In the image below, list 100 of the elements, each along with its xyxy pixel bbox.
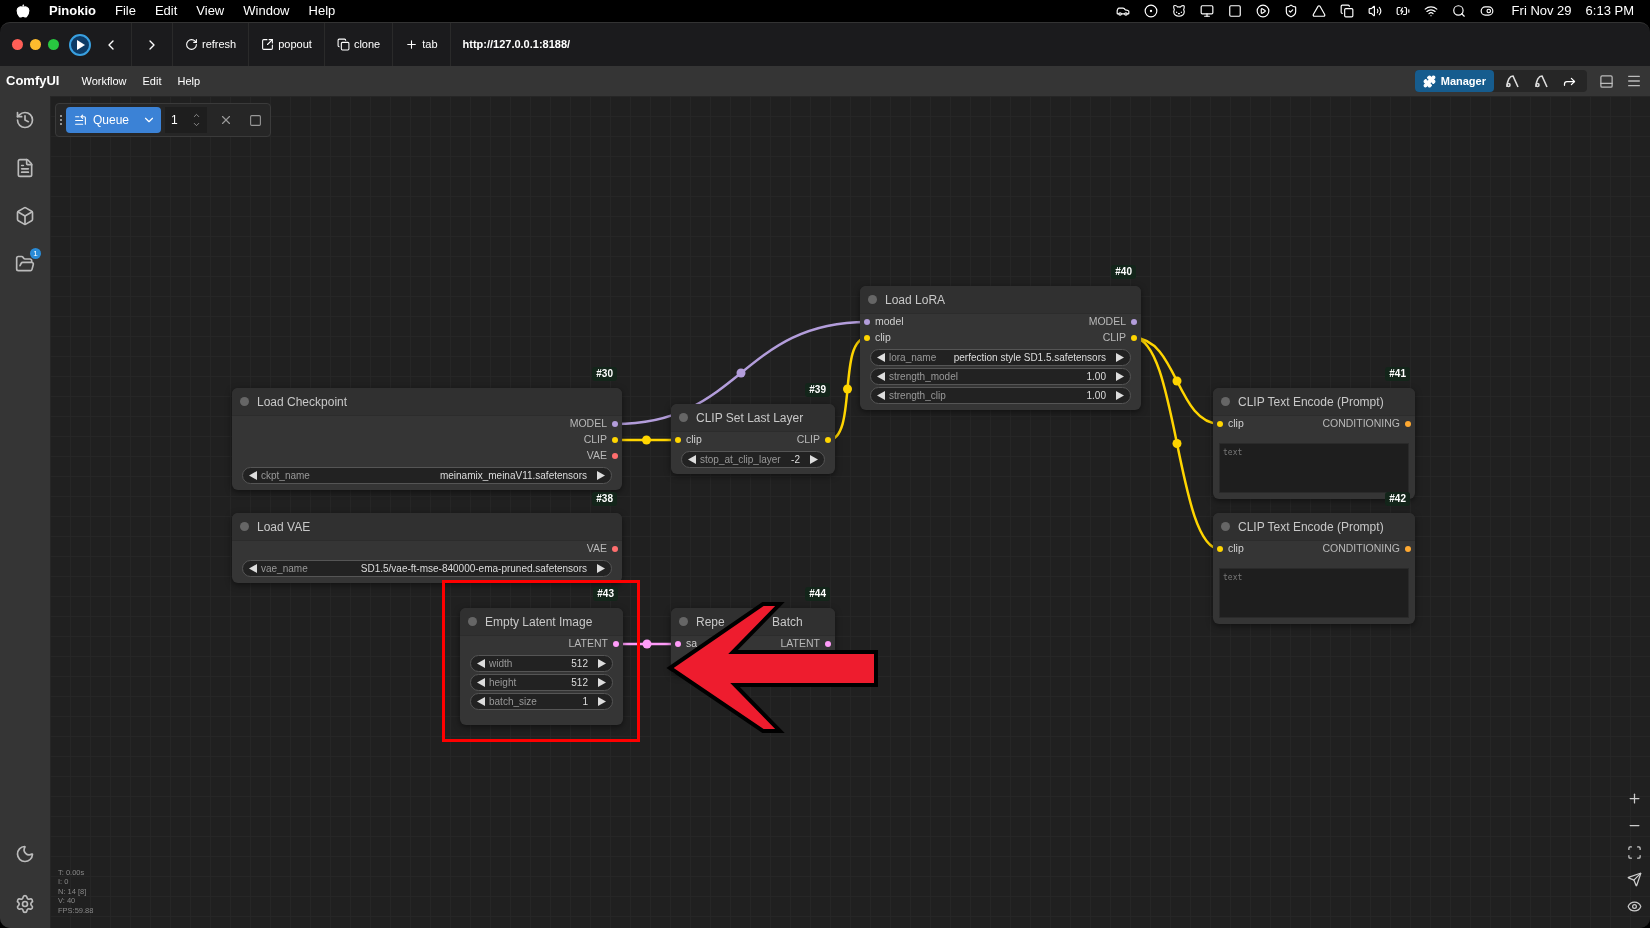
menu-bar-date[interactable]: Fri Nov 29 — [1511, 1, 1572, 21]
manager-button[interactable]: Manager — [1414, 70, 1494, 92]
square-icon[interactable] — [1227, 4, 1242, 18]
node-title-bar[interactable]: Empty Latent Image — [460, 608, 623, 636]
triangle-icon[interactable] — [1311, 4, 1326, 18]
decrement-icon[interactable] — [192, 120, 202, 129]
widget-field[interactable]: height 512 — [470, 674, 613, 691]
panel-icon[interactable] — [1599, 73, 1614, 89]
node-title-bar[interactable]: Load VAE — [232, 513, 622, 541]
decrement-arrow-icon[interactable] — [249, 471, 257, 480]
widget-field[interactable]: stop_at_clip_layer -2 — [681, 451, 825, 468]
node-title-bar[interactable]: CLIP Text Encode (Prompt) — [1213, 513, 1415, 541]
menu-item[interactable]: File — [114, 1, 136, 21]
stop-icon[interactable] — [249, 113, 263, 127]
decrement-arrow-icon[interactable] — [477, 697, 485, 706]
cat-icon[interactable] — [1171, 4, 1186, 18]
eye-icon[interactable] — [1627, 899, 1642, 914]
increment-arrow-icon[interactable] — [597, 564, 605, 573]
decrement-arrow-icon[interactable] — [249, 564, 257, 573]
wifi-icon[interactable] — [1423, 4, 1438, 18]
close-window-button[interactable] — [12, 39, 23, 50]
widget-value: meinamix_meinaV11.safetensors — [439, 469, 588, 483]
widget-field[interactable]: ckpt_name meinamix_meinaV11.safetensors — [242, 467, 612, 484]
monitor-icon[interactable] — [1199, 4, 1214, 18]
widget-field[interactable]: batch_size 1 — [470, 693, 613, 710]
decrement-arrow-icon[interactable] — [477, 659, 485, 668]
node-title: Batch — [772, 613, 803, 631]
node-id-badge: #39 — [805, 383, 830, 397]
node-title: Load LoRA — [885, 291, 946, 309]
menu-item[interactable]: Edit — [154, 1, 178, 21]
send-icon[interactable] — [1627, 872, 1642, 887]
comfyui-brand: ComfyUI — [5, 72, 61, 91]
volume-icon[interactable] — [1367, 4, 1382, 18]
increment-icon[interactable] — [192, 111, 202, 120]
widget-field[interactable]: vae_name SD1.5/vae-ft-mse-840000-ema-pruned.safetensors — [242, 560, 612, 577]
shield-icon[interactable] — [1283, 4, 1298, 18]
node-title-bar[interactable]: Load Checkpoint — [232, 388, 622, 416]
folder-icon[interactable] — [15, 254, 35, 274]
increment-arrow-icon[interactable] — [597, 471, 605, 480]
sweep-icon[interactable] — [1533, 73, 1549, 89]
menu-item[interactable]: Window — [243, 1, 290, 21]
battery-icon[interactable] — [1395, 4, 1410, 18]
car-icon[interactable] — [1115, 4, 1130, 18]
decrement-arrow-icon[interactable] — [688, 455, 696, 464]
node-title-bar[interactable]: Load LoRA — [860, 286, 1141, 314]
notification-badge: 1 — [30, 248, 41, 259]
search-icon[interactable] — [1451, 4, 1466, 18]
menu-icon[interactable] — [1626, 73, 1642, 89]
batch-count-field[interactable]: 1 — [165, 107, 208, 133]
increment-arrow-icon[interactable] — [1116, 391, 1124, 400]
widget-field[interactable]: lora_name perfection style SD1.5.safetensors — [870, 349, 1131, 366]
dot-icon[interactable] — [1143, 4, 1158, 18]
queue-dropdown-button[interactable] — [137, 107, 162, 133]
zoom-in-icon[interactable] — [1627, 791, 1642, 806]
menu-item[interactable]: Edit — [134, 72, 170, 90]
decrement-arrow-icon[interactable] — [877, 353, 885, 362]
menu-item[interactable]: Help — [308, 1, 336, 21]
widget-label: height — [489, 676, 517, 690]
moon-icon[interactable] — [15, 844, 35, 864]
node-id-badge: #43 — [593, 587, 618, 601]
widget-label: stop_at_clip_layer — [700, 453, 781, 467]
decrement-arrow-icon[interactable] — [477, 678, 485, 687]
play-icon[interactable] — [1255, 4, 1270, 18]
decrement-arrow-icon[interactable] — [877, 372, 885, 381]
toggle-icon[interactable] — [1479, 4, 1494, 18]
document-icon[interactable] — [15, 158, 35, 178]
history-icon[interactable] — [15, 110, 35, 130]
url-text[interactable]: http://127.0.0.1:8188/ — [450, 36, 571, 53]
increment-arrow-icon[interactable] — [598, 659, 606, 668]
windows-icon[interactable] — [1339, 4, 1354, 18]
widget-value: 1 — [582, 695, 589, 709]
menu-app-name[interactable]: Pinokio — [49, 1, 96, 21]
menu-item[interactable]: Help — [169, 72, 209, 90]
zoom-window-button[interactable] — [48, 39, 59, 50]
prompt-textarea[interactable]: text — [1219, 568, 1409, 618]
input-slot-label: clip — [1228, 541, 1244, 557]
menu-item[interactable]: View — [196, 1, 225, 21]
increment-arrow-icon[interactable] — [1116, 372, 1124, 381]
widget-field[interactable]: strength_clip 1.00 — [870, 387, 1131, 404]
cube-icon[interactable] — [15, 206, 35, 226]
fit-view-icon[interactable] — [1627, 845, 1642, 860]
increment-arrow-icon[interactable] — [810, 455, 818, 464]
app-logo-icon[interactable] — [69, 33, 91, 56]
increment-arrow-icon[interactable] — [1116, 353, 1124, 362]
menu-item[interactable]: Workflow — [73, 72, 135, 90]
increment-arrow-icon[interactable] — [598, 678, 606, 687]
widget-field[interactable]: strength_model 1.00 — [870, 368, 1131, 385]
apple-logo-icon[interactable] — [16, 4, 30, 18]
settings-icon[interactable] — [15, 894, 35, 914]
node-title-bar[interactable]: CLIP Text Encode (Prompt) — [1213, 388, 1415, 416]
prompt-textarea[interactable]: text — [1219, 443, 1409, 493]
increment-arrow-icon[interactable] — [598, 697, 606, 706]
sweep-icon[interactable] — [1504, 73, 1520, 89]
menu-bar-time[interactable]: 6:13 PM — [1585, 1, 1634, 21]
node-title-bar[interactable]: CLIP Set Last Layer — [671, 404, 835, 432]
decrement-arrow-icon[interactable] — [877, 391, 885, 400]
widget-field[interactable]: width 512 — [470, 655, 613, 672]
queue-button[interactable]: Queue — [66, 107, 138, 133]
node-id-badge: #38 — [592, 492, 617, 506]
minimize-window-button[interactable] — [30, 39, 41, 50]
